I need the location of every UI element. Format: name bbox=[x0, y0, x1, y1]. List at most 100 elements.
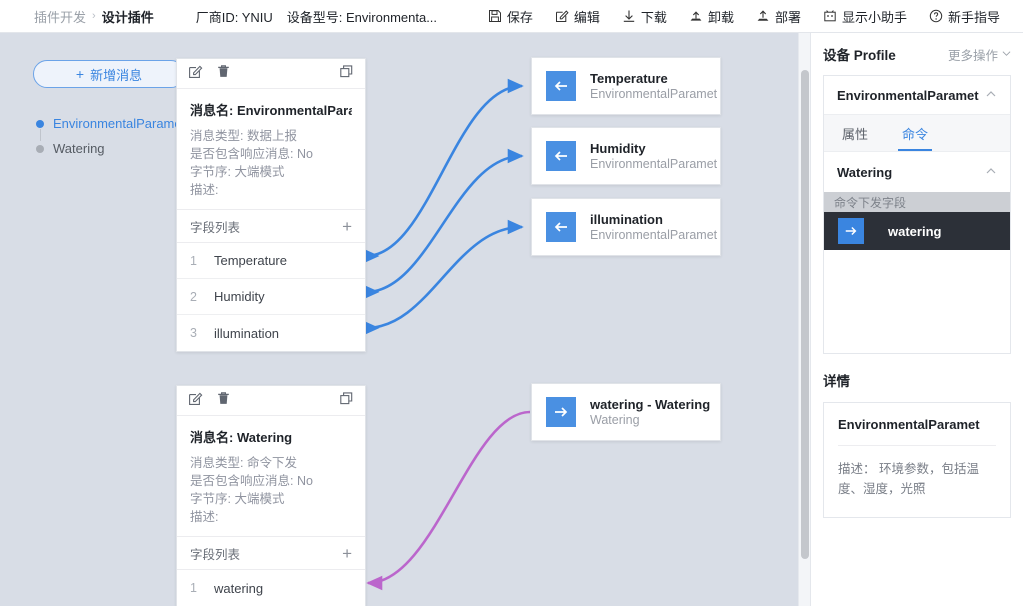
uninstall-icon bbox=[689, 9, 703, 23]
breadcrumb-parent[interactable]: 插件开发 bbox=[34, 7, 86, 26]
profile-tabs: 属性 命令 bbox=[824, 114, 1010, 152]
service-accordion-header[interactable]: EnvironmentalParamet bbox=[824, 76, 1010, 114]
node-text: Humidity EnvironmentalParamet bbox=[590, 141, 717, 171]
toolbar-assistant-button[interactable]: 显示小助手 bbox=[812, 7, 918, 26]
breadcrumb: 插件开发 › 设计插件 bbox=[34, 7, 154, 26]
arrow-left-icon bbox=[546, 212, 576, 242]
toolbar-uninstall-button[interactable]: 卸载 bbox=[678, 7, 745, 26]
tree-item-environmentalparamet[interactable]: EnvironmentalParamet bbox=[36, 111, 186, 136]
node-card-temperature[interactable]: Temperature EnvironmentalParamet bbox=[531, 57, 721, 115]
toolbar-edit-button[interactable]: 编辑 bbox=[544, 7, 611, 26]
toolbar-deploy-button[interactable]: 部署 bbox=[745, 7, 812, 26]
tab-properties[interactable]: 属性 bbox=[838, 124, 872, 151]
chevron-up-icon[interactable] bbox=[985, 88, 997, 103]
message-card-line-byteorder: 字节序: 大端模式 bbox=[190, 165, 285, 179]
message-card-line-response: 是否包含响应消息: No bbox=[190, 147, 313, 161]
device-profile-header: 设备 Profile 更多操作 bbox=[823, 33, 1011, 75]
message-card-line-byteorder: 字节序: 大端模式 bbox=[190, 492, 285, 506]
command-group-header[interactable]: Watering bbox=[824, 152, 1010, 192]
bullet-icon bbox=[36, 119, 44, 128]
diagram-canvas[interactable]: + 新增消息 EnvironmentalParamet Watering 消息名… bbox=[0, 33, 810, 606]
toolbar-assistant-label: 显示小助手 bbox=[841, 9, 907, 25]
toolbar-save-label: 保存 bbox=[506, 9, 533, 25]
message-card-body: 消息名: Watering 消息类型: 命令下发 是否包含响应消息: No 字节… bbox=[177, 416, 365, 537]
more-actions-button[interactable]: 更多操作 bbox=[948, 45, 1011, 64]
message-card-environmentalparamet[interactable]: 消息名: EnvironmentalPara... 消息类型: 数据上报 是否包… bbox=[176, 58, 366, 352]
node-card-watering[interactable]: watering - Watering Watering bbox=[531, 383, 721, 441]
command-field-item-watering[interactable]: watering bbox=[824, 212, 1010, 250]
message-card-line-type: 消息类型: 数据上报 bbox=[190, 129, 297, 143]
add-field-icon[interactable]: + bbox=[342, 218, 352, 235]
node-text: illumination EnvironmentalParamet bbox=[590, 212, 717, 242]
field-index: 1 bbox=[190, 581, 197, 595]
edit-icon bbox=[555, 9, 569, 23]
chevron-down-icon bbox=[1002, 47, 1011, 61]
add-field-icon[interactable]: + bbox=[342, 545, 352, 562]
toolbar-edit-label: 编辑 bbox=[573, 9, 600, 25]
toolbar-help-label: 新手指导 bbox=[947, 9, 1000, 25]
field-index: 1 bbox=[190, 253, 197, 268]
tab-commands[interactable]: 命令 bbox=[898, 124, 933, 151]
detail-title: 详情 bbox=[823, 374, 850, 389]
plus-icon: + bbox=[75, 66, 85, 82]
edge-humidity bbox=[363, 148, 524, 300]
node-subtitle: EnvironmentalParamet bbox=[590, 157, 718, 171]
tree-item-watering[interactable]: Watering bbox=[36, 136, 186, 161]
chevron-up-icon[interactable] bbox=[985, 165, 997, 180]
message-card-line-response: 是否包含响应消息: No bbox=[190, 474, 313, 488]
toolbar-help-button[interactable]: 新手指导 bbox=[918, 7, 1011, 26]
message-card-title: 消息名: EnvironmentalPara... bbox=[190, 103, 352, 118]
toolbar-deploy-label: 部署 bbox=[774, 9, 801, 25]
app-root: 插件开发 › 设计插件 厂商ID: YNIU 设备型号: Environment… bbox=[0, 0, 1023, 606]
add-message-button[interactable]: + 新增消息 bbox=[33, 60, 185, 88]
canvas-scrollbar-thumb[interactable] bbox=[801, 70, 809, 559]
deploy-icon bbox=[756, 9, 770, 23]
field-name: Humidity bbox=[214, 289, 265, 304]
node-text: Temperature EnvironmentalParamet bbox=[590, 71, 717, 101]
node-card-humidity[interactable]: Humidity EnvironmentalParamet bbox=[531, 127, 721, 185]
detail-description: 描述： 环境参数，包括温度、湿度，光照 bbox=[838, 462, 979, 496]
toolbar-uninstall-label: 卸载 bbox=[707, 9, 734, 25]
field-row[interactable]: 1 watering bbox=[177, 570, 365, 606]
field-row[interactable]: 2 Humidity bbox=[177, 279, 365, 315]
arrow-right-icon bbox=[838, 218, 864, 244]
detail-name: EnvironmentalParamet bbox=[838, 417, 996, 446]
field-name: watering bbox=[214, 580, 264, 596]
right-panel: 设备 Profile 更多操作 EnvironmentalParamet 属性 … bbox=[810, 33, 1023, 606]
tree-item-label: Watering bbox=[53, 141, 105, 156]
message-card-body: 消息名: EnvironmentalPara... 消息类型: 数据上报 是否包… bbox=[177, 89, 365, 210]
detail-box: EnvironmentalParamet 描述： 环境参数，包括温度、湿度，光照 bbox=[823, 402, 1011, 518]
duplicate-icon[interactable] bbox=[339, 64, 354, 84]
delete-icon[interactable] bbox=[216, 64, 231, 84]
canvas-scrollbar[interactable] bbox=[798, 33, 810, 606]
breadcrumb-separator-icon: › bbox=[92, 10, 96, 22]
edit-icon[interactable] bbox=[188, 391, 203, 411]
duplicate-icon[interactable] bbox=[339, 391, 354, 411]
device-meta: 厂商ID: YNIU 设备型号: Environmenta... bbox=[196, 7, 437, 26]
vendor-id-text: 厂商ID: YNIU bbox=[195, 9, 273, 25]
save-icon bbox=[488, 9, 502, 23]
service-accordion: EnvironmentalParamet 属性 命令 Watering 命令下发… bbox=[823, 75, 1011, 354]
delete-icon[interactable] bbox=[216, 391, 231, 411]
tree-item-label: EnvironmentalParamet bbox=[53, 116, 186, 131]
node-subtitle: Watering bbox=[590, 413, 640, 427]
command-group-name: Watering bbox=[837, 164, 893, 180]
command-field-list-header: 命令下发字段 bbox=[824, 192, 1010, 212]
field-row[interactable]: 3 illumination bbox=[177, 315, 365, 351]
message-card-title: 消息名: Watering bbox=[190, 430, 293, 445]
breadcrumb-current: 设计插件 bbox=[101, 9, 154, 25]
toolbar-save-button[interactable]: 保存 bbox=[477, 7, 544, 26]
add-message-label: 新增消息 bbox=[90, 67, 143, 83]
edit-icon[interactable] bbox=[188, 64, 203, 84]
field-row[interactable]: 1 Temperature bbox=[177, 243, 365, 279]
field-list-label: 字段列表 bbox=[190, 547, 241, 562]
field-list-header: 字段列表 + bbox=[177, 537, 365, 570]
node-title: watering - Watering bbox=[590, 397, 711, 412]
message-card-watering[interactable]: 消息名: Watering 消息类型: 命令下发 是否包含响应消息: No 字节… bbox=[176, 385, 366, 606]
toolbar-download-button[interactable]: 下载 bbox=[611, 7, 678, 26]
assistant-icon bbox=[823, 9, 837, 23]
message-card-toolbar bbox=[177, 59, 365, 89]
node-card-illumination[interactable]: illumination EnvironmentalParamet bbox=[531, 198, 721, 256]
node-title: Temperature bbox=[590, 71, 668, 86]
edge-temperature bbox=[363, 78, 524, 264]
